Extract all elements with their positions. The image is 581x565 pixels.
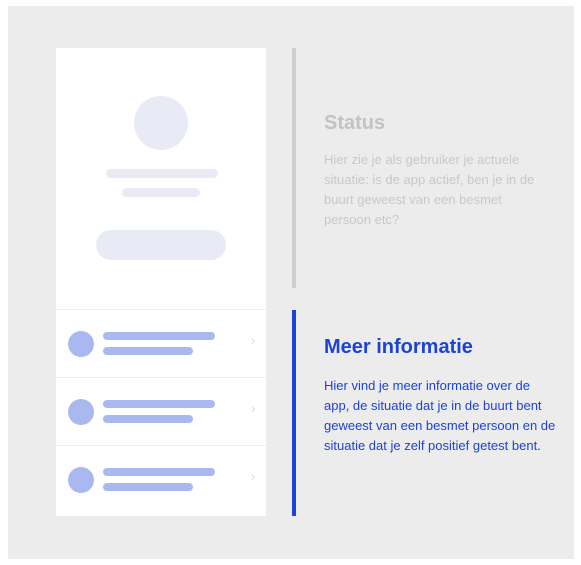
more-info-description: Hier vind je meer informatie over de app… (324, 378, 556, 453)
chevron-right-icon: › (250, 402, 256, 417)
more-info-heading: Meer informatie (324, 336, 473, 358)
status-section-divider (292, 48, 296, 288)
list-item-subtitle-placeholder (103, 347, 193, 355)
subtitle-placeholder (122, 188, 200, 197)
list-item-subtitle-placeholder (103, 415, 193, 423)
status-button-placeholder (96, 230, 226, 260)
status-heading: Status (324, 112, 386, 134)
list-item-icon-placeholder (68, 331, 94, 357)
background-panel: › › › Status Hier zie je als gebruiker j… (8, 6, 574, 559)
phone-mockup: › › › (56, 48, 266, 516)
title-placeholder (106, 169, 218, 178)
list-item[interactable]: › (56, 377, 266, 445)
list-item-title-placeholder (103, 468, 215, 476)
list-item-title-placeholder (103, 332, 215, 340)
chevron-right-icon: › (250, 334, 256, 349)
list-item-icon-placeholder (68, 399, 94, 425)
avatar-placeholder (134, 96, 188, 150)
list-item[interactable]: › (56, 309, 266, 377)
chevron-right-icon: › (250, 470, 256, 485)
list-item-icon-placeholder (68, 467, 94, 493)
list-item[interactable]: › (56, 445, 266, 513)
more-info-section-divider (292, 310, 296, 516)
list-item-title-placeholder (103, 400, 215, 408)
list-item-subtitle-placeholder (103, 483, 193, 491)
status-description: Hier zie je als gebruiker je actuele sit… (324, 152, 535, 227)
